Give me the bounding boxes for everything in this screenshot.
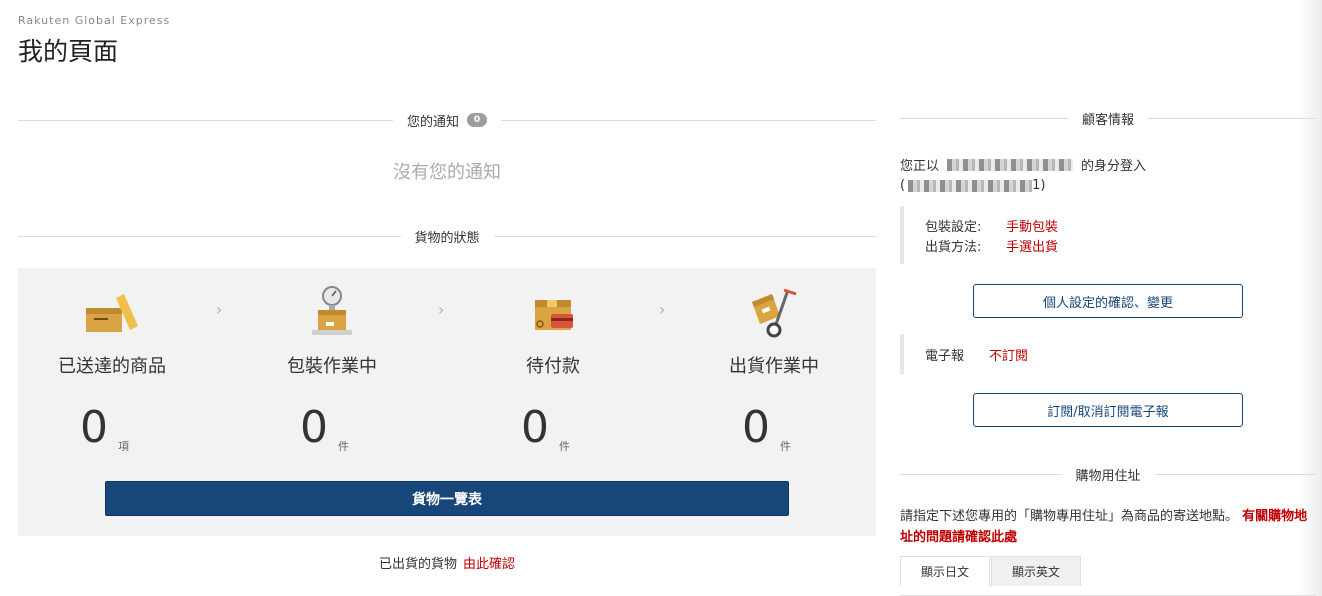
status-label: 出貨作業中: [729, 356, 819, 377]
login-id-line: ( 1): [900, 178, 1045, 193]
brand-name: Rakuten Global Express: [18, 14, 171, 27]
personal-settings-button[interactable]: 個人設定的確認、變更: [973, 284, 1243, 318]
status-label: 包裝作業中: [287, 356, 377, 377]
shipment-status-panel: 已送達的商品 0 項 › 包裝作業中 0 件 › 待付款 0 件 › 出貨作業中…: [18, 268, 876, 536]
login-paren-open: (: [900, 178, 906, 193]
customer-info-title: 顧客情報: [1082, 112, 1135, 128]
shipping-method-row: 出貨方法: 手選出貨: [925, 236, 1058, 255]
count-unit: 件: [559, 440, 570, 453]
hand-truck-icon: [752, 288, 797, 338]
no-notifications-text: 沒有您的通知: [393, 162, 501, 183]
tab-english[interactable]: 顯示英文: [991, 556, 1081, 586]
newsletter-value: 不訂閱: [989, 349, 1029, 364]
status-label: 待付款: [526, 356, 580, 377]
packing-setting-label: 包裝設定:: [925, 220, 982, 235]
shipped-items-line: 已出貨的貨物 由此確認: [18, 553, 876, 572]
count-value: 0: [521, 402, 549, 453]
newsletter-status: 電子報 不訂閱: [900, 334, 1310, 374]
box-delivered-icon: [86, 294, 138, 332]
count-unit: 件: [780, 440, 791, 453]
scale-package-icon: [312, 286, 352, 335]
settings-summary: 包裝設定: 手動包裝 出貨方法: 手選出貨: [900, 206, 1310, 264]
login-paren-close: 1): [1032, 178, 1046, 193]
redacted-member-id: [908, 179, 1033, 192]
login-suffix: 的身分登入: [1081, 159, 1147, 174]
step-chevron-icon: ›: [438, 300, 445, 319]
shipment-status-header: 貨物的狀態: [18, 226, 877, 246]
redacted-username: [947, 158, 1074, 171]
count-value: 0: [80, 402, 108, 453]
shipped-items-text: 已出貨的貨物: [378, 557, 457, 572]
login-prefix: 您正以: [900, 159, 940, 174]
notifications-title: 您的通知: [407, 114, 460, 130]
login-status-line: 您正以 的身分登入: [900, 155, 1146, 174]
notifications-header: 您的通知 0: [18, 110, 877, 130]
newsletter-label: 電子報: [925, 349, 965, 364]
shipment-status-title: 貨物的狀態: [414, 230, 480, 246]
count-unit: 項: [118, 440, 129, 453]
packing-setting-row: 包裝設定: 手動包裝: [925, 216, 1058, 235]
notifications-count-badge: 0: [467, 113, 488, 127]
customer-info-header: 顧客情報: [900, 108, 1317, 128]
page-title: 我的頁面: [18, 37, 119, 66]
step-chevron-icon: ›: [659, 300, 666, 319]
newsletter-subscribe-button[interactable]: 訂閱/取消訂閱電子報: [973, 393, 1243, 427]
shipping-method-value: 手選出貨: [1006, 240, 1059, 255]
tab-japanese[interactable]: 顯示日文: [900, 556, 990, 586]
address-language-tabs: 顯示日文 顯示英文: [900, 556, 1316, 596]
packing-setting-value: 手動包裝: [1006, 220, 1059, 235]
shopping-address-title: 購物用住址: [1075, 468, 1141, 484]
shipped-items-link[interactable]: 由此確認: [463, 557, 515, 572]
shopping-address-header: 購物用住址: [900, 464, 1317, 484]
count-value: 0: [742, 402, 770, 453]
package-payment-icon: [535, 300, 573, 330]
status-label: 已送達的商品: [58, 356, 166, 377]
shipment-list-button[interactable]: 貨物一覽表: [105, 481, 789, 516]
shopping-address-description: 請指定下述您專用的「購物專用住址」為商品的寄送地點。 有關購物地址的問題請確認此…: [900, 506, 1316, 548]
count-value: 0: [300, 402, 328, 453]
count-unit: 件: [338, 440, 349, 453]
step-chevron-icon: ›: [216, 300, 223, 319]
address-description-text: 請指定下述您專用的「購物專用住址」為商品的寄送地點。: [900, 509, 1239, 524]
shipping-method-label: 出貨方法:: [925, 240, 982, 255]
